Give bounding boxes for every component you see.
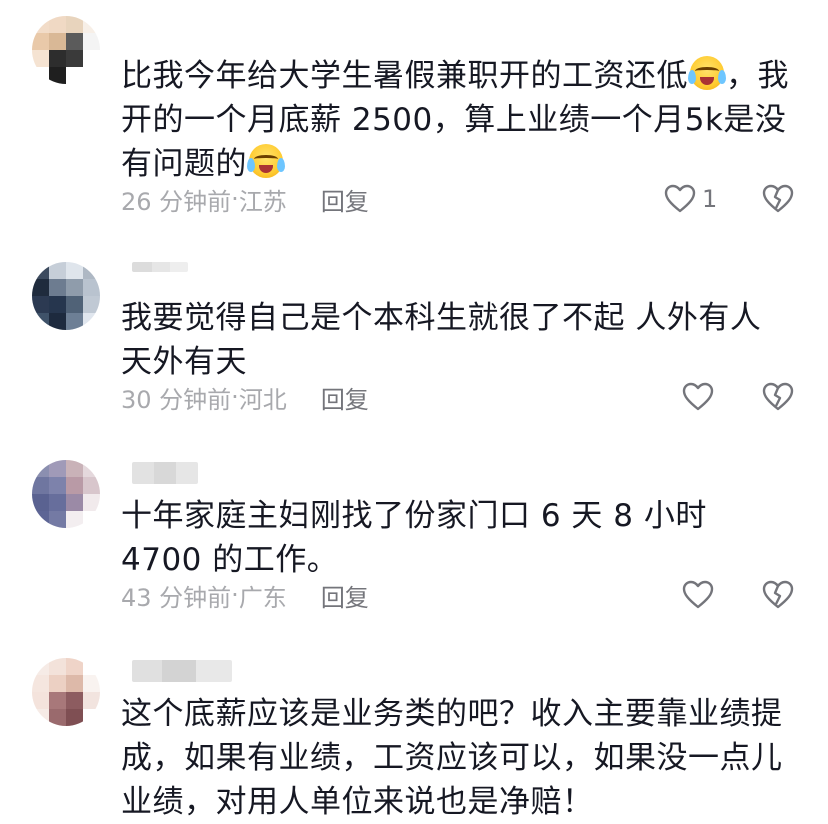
broken-heart-icon: [762, 382, 794, 411]
broken-heart-icon: [762, 580, 794, 609]
like-button[interactable]: [682, 382, 714, 412]
timestamp: 26 分钟前: [121, 187, 232, 216]
comment-text-part: 比我今年给大学生暑假兼职开的工资还低: [121, 58, 688, 94]
timestamp: 30 分钟前: [121, 385, 232, 414]
username-blurred[interactable]: [132, 262, 188, 272]
dislike-button[interactable]: [762, 580, 794, 610]
like-button[interactable]: 1: [664, 184, 717, 214]
comment-meta: 26 分钟前 · 江苏 回复: [121, 182, 369, 217]
heart-outline-icon: [682, 382, 714, 411]
avatar[interactable]: [32, 460, 100, 528]
crying-laughing-emoji-icon: [247, 144, 285, 178]
location: 广东: [238, 583, 287, 612]
comment-text: 这个底薪应该是业务类的吧？收入主要靠业绩提成，如果有业绩，工资应该可以，如果没一…: [121, 696, 783, 820]
like-count: 1: [702, 185, 718, 213]
avatar[interactable]: [32, 262, 100, 330]
comment-text: 十年家庭主妇刚找了份家门口 6 天 8 小时 4700 的工作。: [121, 498, 707, 578]
timestamp: 43 分钟前: [121, 583, 232, 612]
separator: ·: [231, 185, 239, 213]
separator: ·: [231, 383, 239, 411]
broken-heart-icon: [762, 184, 794, 213]
dislike-button[interactable]: [762, 382, 794, 412]
reply-button[interactable]: 回复: [321, 380, 369, 415]
reply-button[interactable]: 回复: [321, 182, 369, 217]
like-button[interactable]: [682, 580, 714, 610]
comment-text: 我要觉得自己是个本科生就很了不起 人外有人 天外有天: [121, 300, 762, 380]
username-blurred[interactable]: [132, 462, 198, 484]
dislike-button[interactable]: [762, 184, 794, 214]
username-blurred[interactable]: [132, 660, 232, 682]
crying-laughing-emoji-icon: [688, 56, 726, 90]
location: 河北: [238, 385, 287, 414]
comment-meta: 30 分钟前 · 河北 回复: [121, 380, 369, 415]
separator: ·: [231, 581, 239, 609]
location: 江苏: [238, 187, 287, 216]
avatar[interactable]: [32, 16, 100, 84]
heart-outline-icon: [682, 580, 714, 609]
comment-meta: 43 分钟前 · 广东 回复: [121, 578, 369, 613]
avatar[interactable]: [32, 658, 100, 726]
heart-outline-icon: [664, 184, 696, 213]
reply-button[interactable]: 回复: [321, 578, 369, 613]
comment-text: 比我今年给大学生暑假兼职开的工资还低 ，我开的一个月底薪 2500，算上业绩一个月…: [121, 54, 791, 186]
